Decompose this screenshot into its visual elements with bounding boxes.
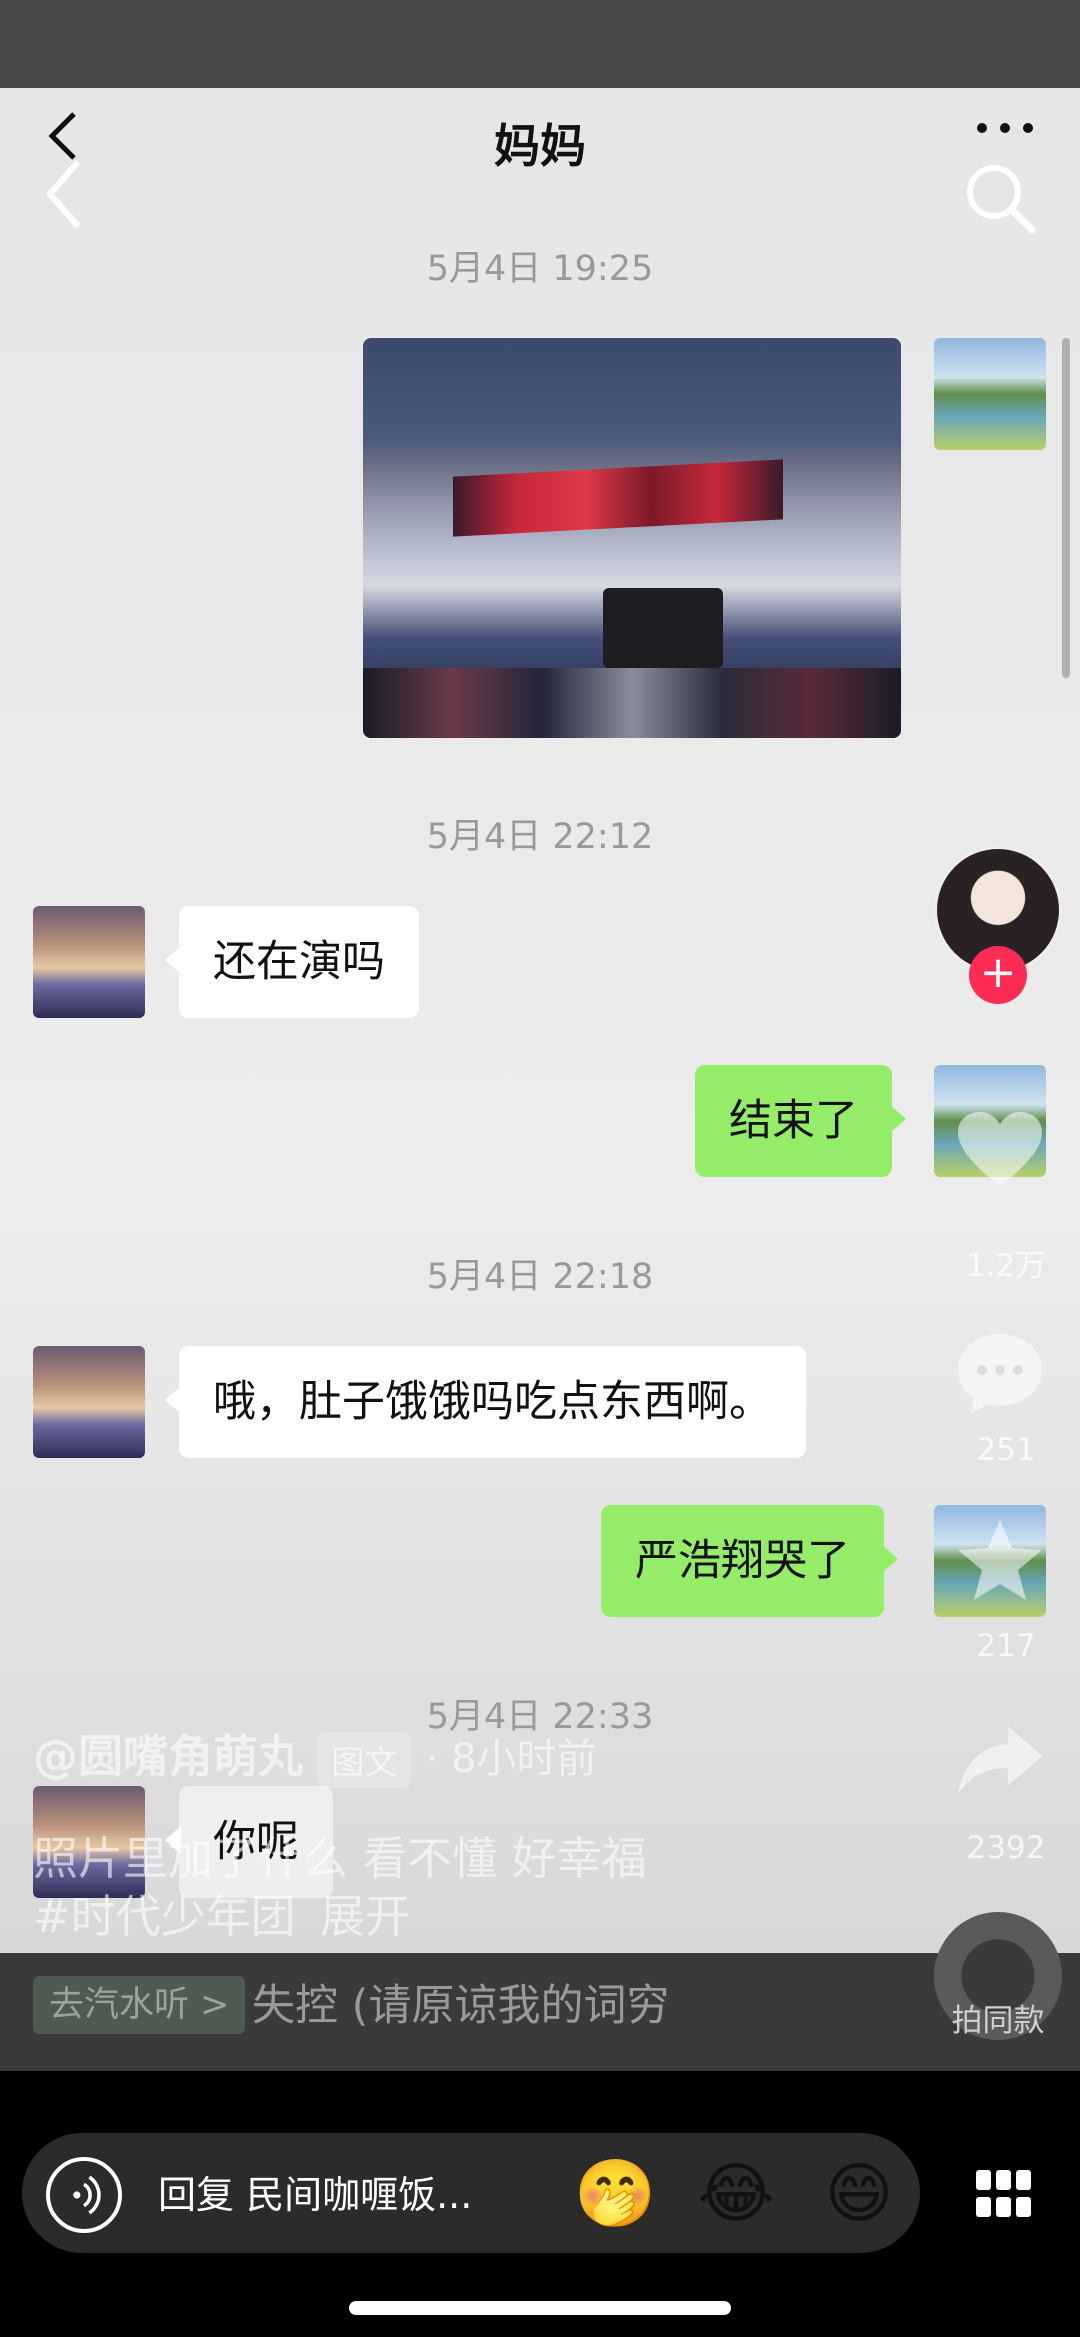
timestamp: 5月4日 22:12 <box>426 817 654 857</box>
post-caption: 照片里加了什么 看不懂 好幸福 <box>33 1832 647 1885</box>
more-icon[interactable] <box>970 108 1040 148</box>
post-meta: @圆嘴角萌丸 图文 · 8小时前 <box>33 1720 597 1788</box>
expand-link[interactable]: 展开 <box>320 1890 410 1943</box>
comment-count: 251 <box>976 1432 1036 1468</box>
music-title[interactable]: 失控 (请原谅我的词穷 <box>252 1976 672 2038</box>
timestamp: 5月4日 22:18 <box>426 1257 654 1297</box>
heart-icon[interactable] <box>956 1110 1044 1190</box>
post-hashtag-line: #时代少年团 展开 <box>33 1880 410 1945</box>
page-title: 妈妈 <box>494 119 586 173</box>
emoji-laugh-cry-icon[interactable]: 😂 <box>697 2155 775 2233</box>
post-type-tag: 图文 <box>317 1732 412 1788</box>
star-icon[interactable] <box>956 1518 1044 1602</box>
avatar-mom[interactable] <box>33 906 145 1018</box>
message-bubble: 还在演吗 <box>165 906 419 1018</box>
like-count: 1.2万 <box>965 1248 1047 1284</box>
avatar-mom[interactable] <box>33 1346 145 1458</box>
voice-icon[interactable] <box>46 2157 122 2233</box>
search-icon[interactable] <box>960 158 1040 238</box>
message-bubble: 哦，肚子饿饿吗吃点东西啊。 <box>165 1346 806 1458</box>
chat-header: 妈妈 <box>0 88 1080 248</box>
concert-photo[interactable] <box>363 338 901 738</box>
photo-stage-screen <box>453 459 783 537</box>
message-bubble-self: 结束了 <box>695 1065 906 1177</box>
reply-placeholder[interactable]: 回复 民间咖喱饭... <box>158 2163 518 2227</box>
chat-screenshot: 妈妈 5月4日 19:25 5月4日 22:12 还在演吗 结束了 5月4日 2… <box>0 88 1080 1953</box>
favorite-count: 217 <box>976 1628 1036 1664</box>
follow-plus-icon[interactable]: + <box>969 946 1027 1004</box>
post-time: · 8小时前 <box>425 1736 597 1782</box>
share-icon[interactable] <box>956 1722 1044 1798</box>
post-hashtag[interactable]: #时代少年团 <box>33 1890 296 1943</box>
emoji-shy-icon[interactable]: 🤭 <box>574 2155 656 2233</box>
timestamp: 5月4日 19:25 <box>426 249 654 289</box>
home-indicator <box>349 2301 731 2315</box>
open-music-button[interactable]: 去汽水听 > <box>33 1976 246 2034</box>
status-bar <box>0 0 1080 88</box>
scrollbar[interactable] <box>1062 338 1070 678</box>
emoji-grin-icon[interactable]: 😄 <box>820 2155 898 2233</box>
author-name[interactable]: @圆嘴角萌丸 <box>33 1730 303 1783</box>
grid-menu-icon[interactable] <box>976 2170 1032 2218</box>
photo-crowd <box>363 668 901 738</box>
avatar-self[interactable] <box>934 338 1046 450</box>
share-count: 2392 <box>966 1830 1046 1866</box>
same-style-label[interactable]: 拍同款 <box>934 1995 1062 2040</box>
comment-icon[interactable] <box>954 1330 1046 1416</box>
photo-stage <box>603 588 723 668</box>
message-bubble-self: 严浩翔哭了 <box>601 1505 898 1617</box>
